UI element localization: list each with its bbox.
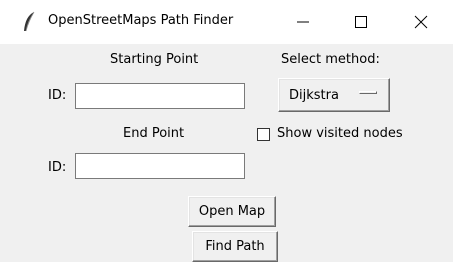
- feather-icon: [22, 11, 36, 33]
- main-panel: Starting Point ID: Select method: Dijkst…: [0, 44, 453, 262]
- window-title: OpenStreetMaps Path Finder: [48, 13, 234, 28]
- title-bar[interactable]: OpenStreetMaps Path Finder: [0, 0, 453, 44]
- select-method-label: Select method:: [281, 52, 380, 67]
- method-dropdown[interactable]: Dijkstra: [278, 78, 390, 112]
- show-visited-checkbox[interactable]: [257, 128, 270, 141]
- minimize-icon: [297, 21, 309, 23]
- show-visited-label: Show visited nodes: [277, 126, 403, 141]
- end-point-heading: End Point: [123, 126, 185, 141]
- end-id-input[interactable]: [75, 153, 245, 179]
- start-id-input[interactable]: [75, 83, 245, 109]
- starting-point-heading: Starting Point: [110, 52, 199, 67]
- start-id-label: ID:: [48, 88, 67, 103]
- maximize-button[interactable]: [338, 0, 384, 44]
- maximize-icon: [355, 16, 367, 28]
- close-button[interactable]: [398, 0, 444, 44]
- close-icon: [414, 15, 428, 29]
- open-map-button[interactable]: Open Map: [188, 196, 276, 227]
- minimize-button[interactable]: [280, 0, 326, 44]
- end-id-label: ID:: [48, 160, 67, 175]
- find-path-button[interactable]: Find Path: [192, 231, 278, 262]
- method-selected: Dijkstra: [289, 87, 339, 103]
- dropdown-indicator-icon: [359, 91, 377, 94]
